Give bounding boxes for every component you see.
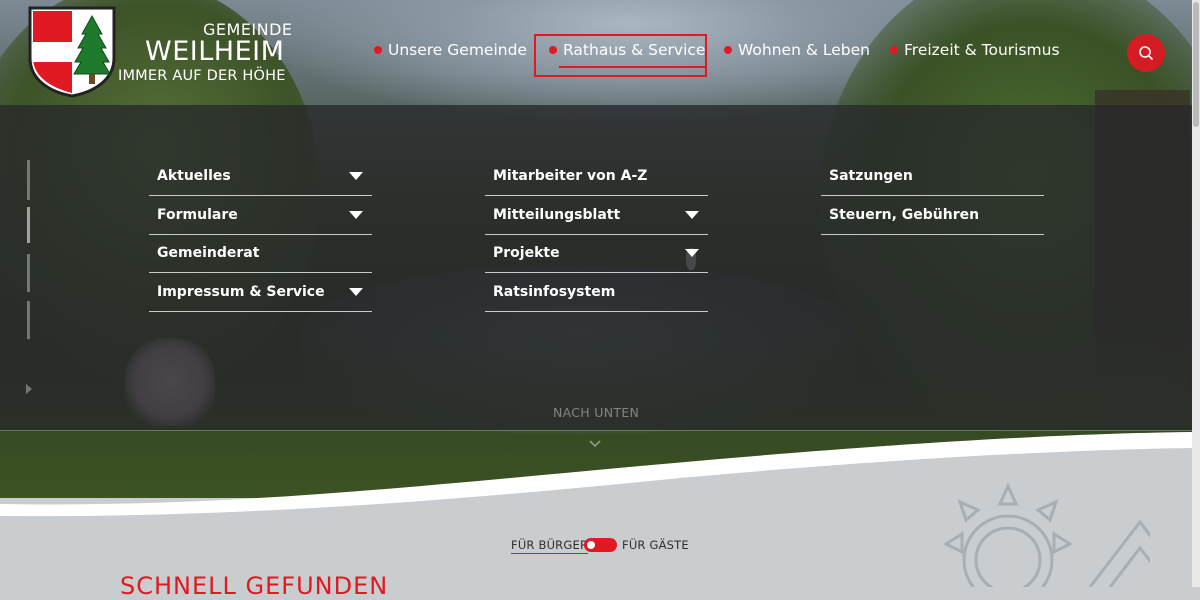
slider-indicator[interactable] [27, 254, 30, 292]
brand-slogan: IMMER AUF DER HÖHE [118, 68, 286, 84]
scroll-down-label[interactable]: NACH UNTEN [553, 405, 639, 420]
menu-divider [485, 311, 708, 312]
menu-divider [149, 195, 372, 196]
slider-indicator[interactable] [27, 301, 30, 339]
mega-menu-panel [0, 105, 1192, 430]
sun-mountain-decoration-icon [942, 482, 1150, 587]
page-scrollbar[interactable] [1192, 0, 1200, 587]
menu-link-formulare[interactable]: Formulare [157, 207, 238, 223]
nav-item-unsere-gemeinde[interactable]: Unsere Gemeinde [374, 41, 527, 59]
section-title: SCHNELL GEFUNDEN [120, 572, 389, 600]
brand-name[interactable]: WEILHEIM [145, 36, 284, 67]
caret-down-icon[interactable] [349, 288, 363, 296]
play-icon[interactable] [26, 384, 32, 394]
toggle-knob [587, 541, 595, 549]
menu-divider [821, 234, 1044, 235]
toggle-switch[interactable] [584, 538, 617, 552]
nav-item-wohnen-leben[interactable]: Wohnen & Leben [724, 41, 870, 59]
search-icon [1139, 46, 1153, 60]
toggle-option-buerger[interactable]: FÜR BÜRGER [511, 538, 589, 554]
bullet-icon [890, 46, 898, 54]
menu-link-steuern-gebuehren[interactable]: Steuern, Gebühren [829, 207, 979, 223]
menu-divider [149, 234, 372, 235]
menu-divider [821, 195, 1044, 196]
caret-down-icon[interactable] [685, 211, 699, 219]
coat-of-arms-icon[interactable] [28, 6, 116, 98]
caret-down-icon[interactable] [349, 172, 363, 180]
menu-link-aktuelles[interactable]: Aktuelles [157, 168, 231, 184]
caret-down-icon[interactable] [349, 211, 363, 219]
nav-item-label: Unsere Gemeinde [388, 41, 527, 59]
focus-highlight [534, 34, 707, 77]
menu-divider [485, 234, 708, 235]
nav-item-label: Freizeit & Tourismus [904, 41, 1060, 59]
menu-link-mitteilungsblatt[interactable]: Mitteilungsblatt [493, 207, 620, 223]
menu-link-gemeinderat[interactable]: Gemeinderat [157, 245, 259, 261]
menu-link-ratsinfosystem[interactable]: Ratsinfosystem [493, 284, 615, 300]
menu-link-projekte[interactable]: Projekte [493, 245, 560, 261]
menu-link-satzungen[interactable]: Satzungen [829, 168, 913, 184]
caret-down-icon[interactable] [685, 249, 699, 257]
menu-divider [149, 272, 372, 273]
nav-item-label: Wohnen & Leben [738, 41, 870, 59]
search-button[interactable] [1127, 34, 1165, 72]
scrollbar-thumb[interactable] [1193, 2, 1199, 127]
nav-item-freizeit-tourismus[interactable]: Freizeit & Tourismus [890, 41, 1060, 59]
menu-divider [485, 195, 708, 196]
menu-link-mitarbeiter[interactable]: Mitarbeiter von A-Z [493, 168, 647, 184]
site-header: GEMEINDE WEILHEIM IMMER AUF DER HÖHE Uns… [0, 0, 1192, 105]
menu-divider [485, 272, 708, 273]
slider-indicator[interactable] [27, 160, 30, 200]
slider-indicator[interactable] [27, 207, 30, 243]
menu-divider [149, 311, 372, 312]
bullet-icon [374, 46, 382, 54]
toggle-option-gaeste[interactable]: FÜR GÄSTE [622, 538, 689, 552]
menu-link-impressum-service[interactable]: Impressum & Service [157, 284, 325, 300]
bullet-icon [724, 46, 732, 54]
